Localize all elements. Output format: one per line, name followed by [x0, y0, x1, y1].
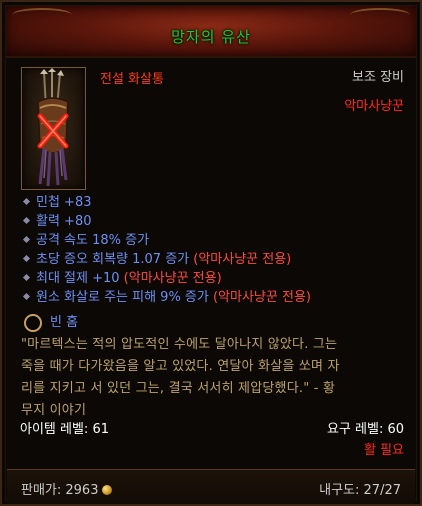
stat-bullet-icon	[22, 292, 31, 301]
stat-line: 공격 속도 18% 증가	[22, 231, 414, 250]
required-level: 요구 레벨: 60	[326, 422, 404, 437]
flavor-text: "마르텍스는 적의 압도적인 수에도 달아나지 않았다. 그는 죽을 때가 다가…	[21, 334, 413, 422]
flavor-line: 리를 지키고 서 있던 그는, 결국 서서히 제압당했다." - 황	[21, 381, 336, 396]
stat-text: 민첩 +83	[36, 195, 92, 210]
required-weapon: 활 필요	[363, 443, 404, 458]
socket-ring-icon	[24, 313, 42, 332]
stat-text: 공격 속도 18% 증가	[36, 233, 150, 248]
gold-coin-icon	[102, 484, 113, 495]
stat-line: 초당 증오 회복량 1.07 증가 (악마사냥꾼 전용)	[22, 250, 414, 269]
durability: 내구도: 27/27	[319, 483, 401, 498]
stat-bullet-icon	[22, 254, 31, 263]
item-tooltip: 망자의 유산 전설 화살통 보조 장비 악마사냥꾼 민첩 +83 활력 +80 …	[0, 0, 422, 506]
stat-list: 민첩 +83 활력 +80 공격 속도 18% 증가 초당 증오 회복량 1.0…	[22, 193, 414, 307]
stat-restriction: (악마사냥꾼 전용)	[212, 290, 311, 305]
stat-bullet-icon	[22, 216, 31, 225]
stat-line: 민첩 +83	[22, 193, 414, 212]
stat-bullet-icon	[22, 273, 31, 282]
footer-bar: 판매가: 2963 내구도: 27/27	[7, 469, 415, 504]
stat-line: 원소 화살로 주는 피해 9% 증가 (악마사냥꾼 전용)	[22, 288, 414, 307]
item-icon-frame	[21, 67, 86, 190]
stat-text: 초당 증오 회복량 1.07 증가	[36, 252, 194, 267]
stat-text: 활력 +80	[36, 214, 92, 229]
flavor-line: "마르텍스는 적의 압도적인 수에도 달아나지 않았다. 그는	[21, 337, 338, 352]
title-ornament-right	[350, 8, 410, 22]
item-level: 아이템 레벨: 61	[20, 422, 109, 437]
stat-bullet-icon	[22, 197, 31, 206]
stat-line: 활력 +80	[22, 212, 414, 231]
stat-restriction: (악마사냥꾼 전용)	[123, 271, 222, 286]
empty-socket: 빈 홈	[24, 313, 78, 333]
stat-text: 원소 화살로 주는 피해 9% 증가	[36, 290, 213, 305]
sell-price: 판매가: 2963	[21, 479, 113, 498]
stat-restriction: (악마사냥꾼 전용)	[193, 252, 292, 267]
stat-line: 최대 절제 +10 (악마사냥꾼 전용)	[22, 269, 414, 288]
quiver-icon	[37, 68, 69, 187]
sell-price-text: 판매가: 2963	[21, 483, 99, 498]
item-slot: 보조 장비	[352, 70, 404, 85]
title-ornament-left	[12, 8, 72, 22]
item-type: 전설 화살통	[100, 72, 164, 87]
stat-text: 최대 절제 +10	[36, 271, 124, 286]
flavor-line: 죽을 때가 다가왔음을 알고 있었다. 연달아 화살을 쏘며 자	[21, 359, 340, 374]
title-bar: 망자의 유산	[6, 6, 416, 58]
item-name: 망자의 유산	[171, 28, 251, 46]
stat-bullet-icon	[22, 235, 31, 244]
class-requirement: 악마사냥꾼	[344, 99, 404, 114]
socket-label: 빈 홈	[50, 315, 79, 330]
